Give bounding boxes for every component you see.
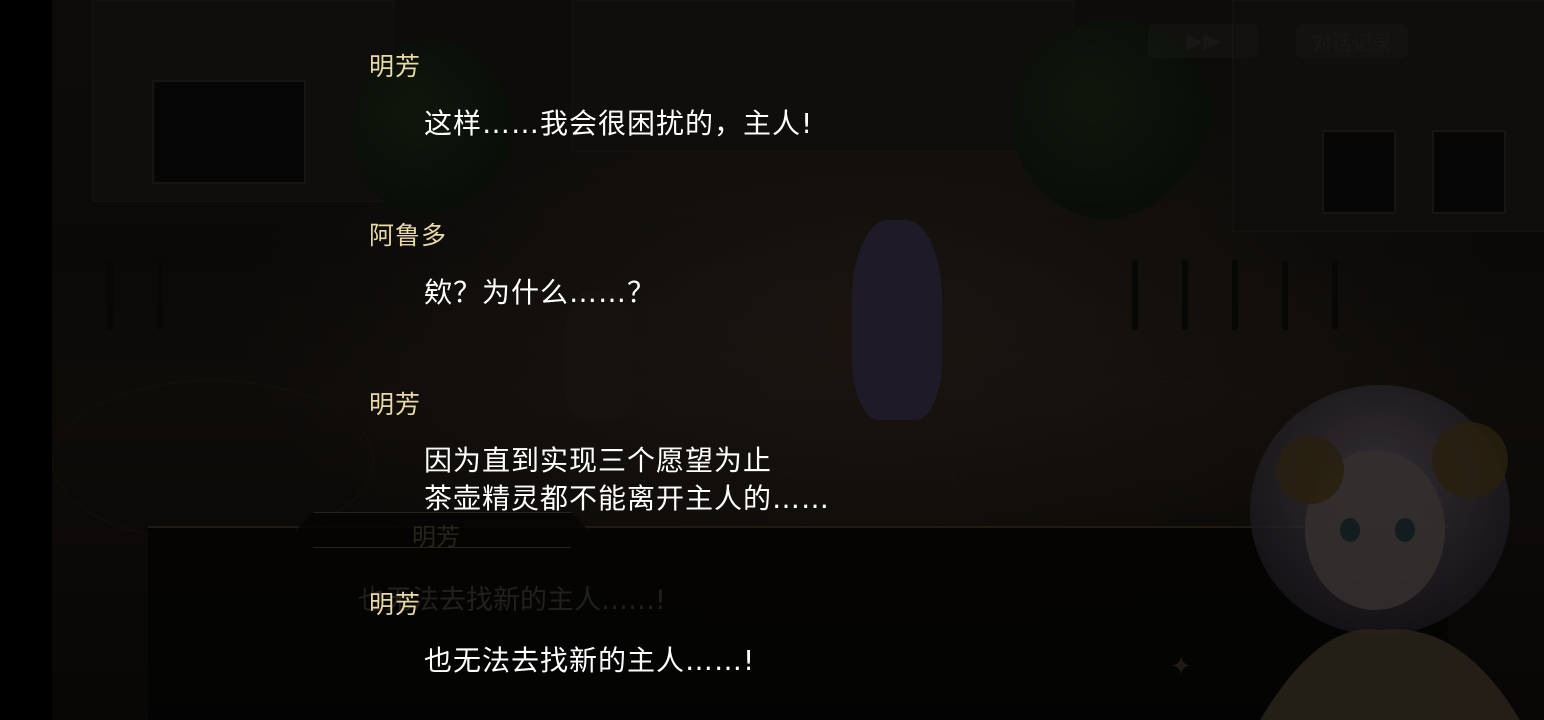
log-speaker: 明芳	[369, 390, 422, 419]
log-line: 也无法去找新的主人……!	[424, 644, 756, 677]
log-speaker: 阿鲁多	[369, 221, 448, 250]
game-screen[interactable]: ▶▶ 对话记录 明芳 也无法去找新的主人……! ✦ 明芳 这样……我会很困扰的，…	[0, 0, 1544, 720]
log-line: 因为直到实现三个愿望为止	[424, 444, 773, 477]
log-line: 茶壶精灵都不能离开主人的……	[424, 482, 831, 515]
log-line: 欸？为什么……？	[424, 276, 657, 309]
log-speaker: 明芳	[369, 590, 422, 619]
log-speaker: 明芳	[369, 52, 422, 81]
log-line: 这样……我会很困扰的，主人!	[424, 107, 814, 140]
